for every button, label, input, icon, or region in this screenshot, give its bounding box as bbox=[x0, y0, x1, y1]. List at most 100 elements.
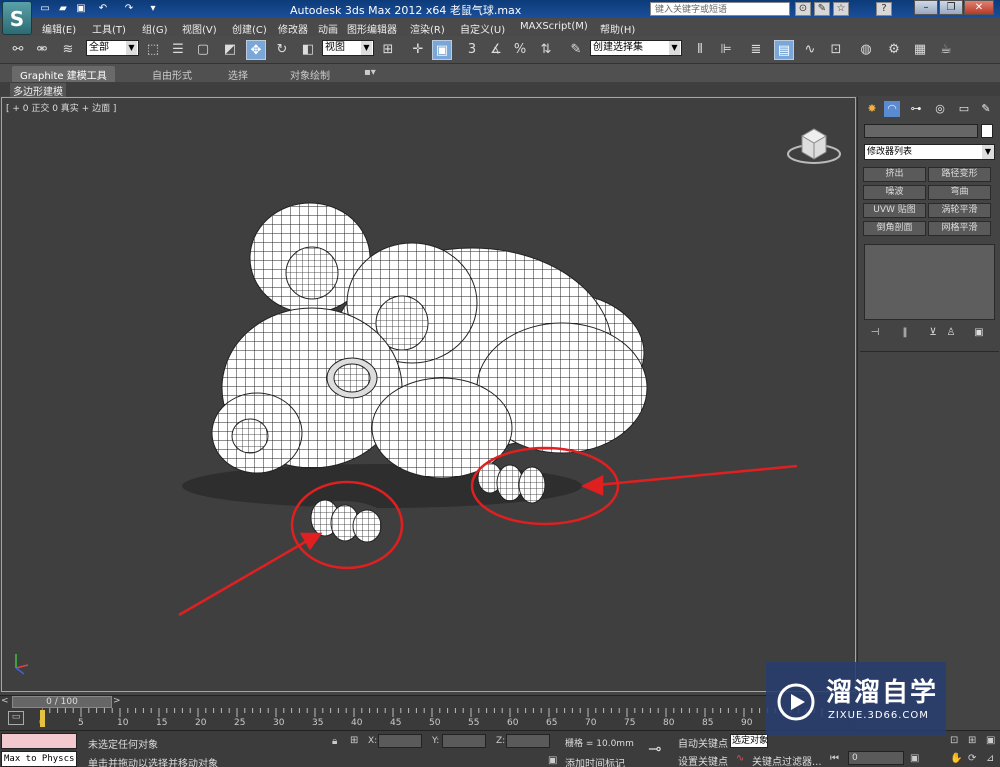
coord-z-field[interactable] bbox=[506, 734, 550, 748]
select-and-rotate-icon[interactable]: ↻ bbox=[272, 40, 292, 60]
coord-x-field[interactable] bbox=[378, 734, 422, 748]
modifier-button-bend[interactable]: 弯曲 bbox=[928, 185, 991, 200]
menu-maxscript[interactable]: MAXScript(M) bbox=[520, 21, 588, 32]
set-key-button[interactable]: 设置关键点 bbox=[678, 753, 728, 767]
current-frame-field[interactable]: 0 bbox=[848, 751, 904, 765]
modify-icon[interactable]: ◠ bbox=[884, 101, 900, 117]
rendered-frame-icon[interactable]: ▦ bbox=[910, 40, 930, 60]
modifier-button-bevel-profile[interactable]: 倒角剖面 bbox=[863, 221, 926, 236]
zoom-extents-icon[interactable]: ⊡ bbox=[950, 735, 958, 746]
menu-create[interactable]: 创建(C) bbox=[232, 21, 267, 36]
add-time-tag-button[interactable]: 添加时间标记 bbox=[565, 755, 625, 767]
save-icon[interactable]: ▣ bbox=[74, 2, 88, 15]
tools-icon[interactable]: ✎ bbox=[814, 2, 830, 16]
time-config-icon[interactable]: ▣ bbox=[910, 753, 919, 764]
select-and-scale-icon[interactable]: ◧ bbox=[298, 40, 318, 60]
modifier-button-noise[interactable]: 噪波 bbox=[863, 185, 926, 200]
tab-object-paint[interactable]: 对象绘制 bbox=[290, 67, 330, 82]
restore-button[interactable]: ❐ bbox=[939, 0, 963, 15]
track-bar[interactable]: ▭ 051015202530354045505560657075808590 bbox=[0, 708, 855, 730]
coord-y-field[interactable] bbox=[442, 734, 486, 748]
new-file-icon[interactable]: ▭ bbox=[38, 2, 52, 15]
show-end-result-icon[interactable]: ‖ bbox=[898, 327, 912, 341]
pivot-center-icon[interactable]: ⊞ bbox=[378, 40, 398, 60]
lock-icon[interactable]: 🔒︎ bbox=[332, 736, 337, 747]
link-icon[interactable]: ⚯ bbox=[8, 40, 28, 60]
maximize-viewport-icon[interactable]: ▣ bbox=[986, 735, 995, 746]
time-tag-icon[interactable]: ▣ bbox=[548, 755, 557, 766]
field-of-view-icon[interactable]: ⊿ bbox=[986, 753, 994, 764]
minimize-button[interactable]: – bbox=[914, 0, 938, 15]
tab-freeform[interactable]: 自由形式 bbox=[152, 67, 192, 82]
menu-graph-editors[interactable]: 图形编辑器 bbox=[347, 21, 397, 36]
object-color-swatch[interactable] bbox=[981, 124, 993, 138]
maxscript-output[interactable]: Max to Physcs bbox=[1, 751, 77, 767]
time-slider-thumb[interactable]: 0 / 100 bbox=[12, 696, 112, 708]
bind-spacewarp-icon[interactable]: ≋ bbox=[58, 40, 78, 60]
menu-tools[interactable]: 工具(T) bbox=[92, 21, 126, 36]
remove-modifier-icon[interactable]: ♙ bbox=[944, 327, 958, 341]
search-input[interactable]: 键入关键字或短语 bbox=[650, 2, 790, 16]
select-and-move-icon[interactable]: ✥ bbox=[246, 40, 266, 60]
time-slider-prev-button[interactable]: < bbox=[1, 696, 11, 706]
create-icon[interactable]: ✸ bbox=[864, 101, 880, 117]
pin-stack-icon[interactable]: ⊣ bbox=[868, 327, 882, 341]
motion-icon[interactable]: ◎ bbox=[932, 101, 948, 117]
window-crossing-icon[interactable]: ◩ bbox=[220, 40, 240, 60]
go-to-start-icon[interactable]: ⏮ bbox=[830, 753, 839, 764]
configure-sets-icon[interactable]: ▣ bbox=[972, 327, 986, 341]
select-by-name-icon[interactable]: ☰ bbox=[168, 40, 188, 60]
modifier-button-path-deform[interactable]: 路径变形 bbox=[928, 167, 991, 182]
schematic-view-icon[interactable]: ⊡ bbox=[826, 40, 846, 60]
mini-curve-editor-icon[interactable]: ▭ bbox=[8, 711, 24, 725]
modifier-list-dropdown[interactable]: 修改器列表 ▼ bbox=[864, 144, 995, 160]
polygon-modeling-label[interactable]: 多边形建模 bbox=[10, 83, 66, 98]
snaps-toggle-icon[interactable]: 3 bbox=[462, 40, 482, 60]
keyboard-shortcut-override-icon[interactable]: ▣ bbox=[432, 40, 452, 60]
render-setup-icon[interactable]: ⚙ bbox=[884, 40, 904, 60]
graphite-toggle-icon[interactable]: ▤ bbox=[774, 40, 794, 60]
object-name-field[interactable] bbox=[864, 124, 978, 138]
modifier-button-meshsmooth[interactable]: 网格平滑 bbox=[928, 221, 991, 236]
menu-rendering[interactable]: 渲染(R) bbox=[410, 21, 445, 36]
binoculars-icon[interactable]: ⊙ bbox=[795, 2, 811, 16]
select-and-manipulate-icon[interactable]: ✛ bbox=[408, 40, 428, 60]
maxscript-listener-input[interactable] bbox=[1, 733, 77, 749]
mirror-icon[interactable]: ⫴ bbox=[690, 40, 710, 60]
spinner-snap-icon[interactable]: ⇅ bbox=[536, 40, 556, 60]
absolute-mode-icon[interactable]: ⊞ bbox=[350, 735, 358, 746]
key-selection-dropdown[interactable]: 选定对象 bbox=[730, 734, 768, 748]
reference-coordinate-dropdown[interactable]: 视图 ▼ bbox=[322, 40, 374, 56]
ribbon-options-icon[interactable]: ▪▾ bbox=[364, 67, 376, 78]
display-icon[interactable]: ▭ bbox=[956, 101, 972, 117]
hierarchy-icon[interactable]: ⊶ bbox=[908, 101, 924, 117]
pan-icon[interactable]: ✋ bbox=[950, 753, 962, 764]
time-slider[interactable]: < 0 / 100 > bbox=[0, 695, 855, 708]
redo-icon[interactable]: ↷ bbox=[122, 2, 136, 15]
edit-named-selection-icon[interactable]: ✎ bbox=[566, 40, 586, 60]
modifier-button-turbosmooth[interactable]: 涡轮平滑 bbox=[928, 203, 991, 218]
menu-modifiers[interactable]: 修改器 bbox=[278, 21, 308, 36]
auto-key-button[interactable]: 自动关键点 bbox=[678, 735, 728, 750]
time-cursor[interactable] bbox=[40, 710, 45, 727]
unlink-icon[interactable]: ⚮ bbox=[32, 40, 52, 60]
orbit-icon[interactable]: ⟳ bbox=[968, 753, 976, 764]
menu-customize[interactable]: 自定义(U) bbox=[460, 21, 505, 36]
menu-animation[interactable]: 动画 bbox=[318, 21, 338, 36]
menu-help[interactable]: 帮助(H) bbox=[600, 21, 635, 36]
menu-views[interactable]: 视图(V) bbox=[182, 21, 217, 36]
perspective-viewport[interactable]: [ + 0 正交 0 真实 + 边面 ] bbox=[1, 97, 856, 692]
make-unique-icon[interactable]: ⊻ bbox=[926, 327, 940, 341]
curve-editor-icon[interactable]: ∿ bbox=[800, 40, 820, 60]
angle-snap-icon[interactable]: ∡ bbox=[486, 40, 506, 60]
named-selection-set-dropdown[interactable]: 创建选择集 ▼ bbox=[590, 40, 682, 56]
utilities-icon[interactable]: ✎ bbox=[978, 101, 994, 117]
selection-filter-dropdown[interactable]: 全部 ▼ bbox=[86, 40, 139, 56]
dropdown-arrow-icon[interactable]: ▾ bbox=[146, 2, 160, 15]
close-button[interactable]: ✕ bbox=[964, 0, 994, 15]
material-editor-icon[interactable]: ◍ bbox=[856, 40, 876, 60]
key-filters-button[interactable]: 关键点过滤器... bbox=[752, 753, 822, 767]
open-folder-icon[interactable]: ▰ bbox=[56, 2, 70, 15]
zoom-all-icon[interactable]: ⊞ bbox=[968, 735, 976, 746]
key-icon[interactable]: ⊸ bbox=[648, 739, 661, 758]
